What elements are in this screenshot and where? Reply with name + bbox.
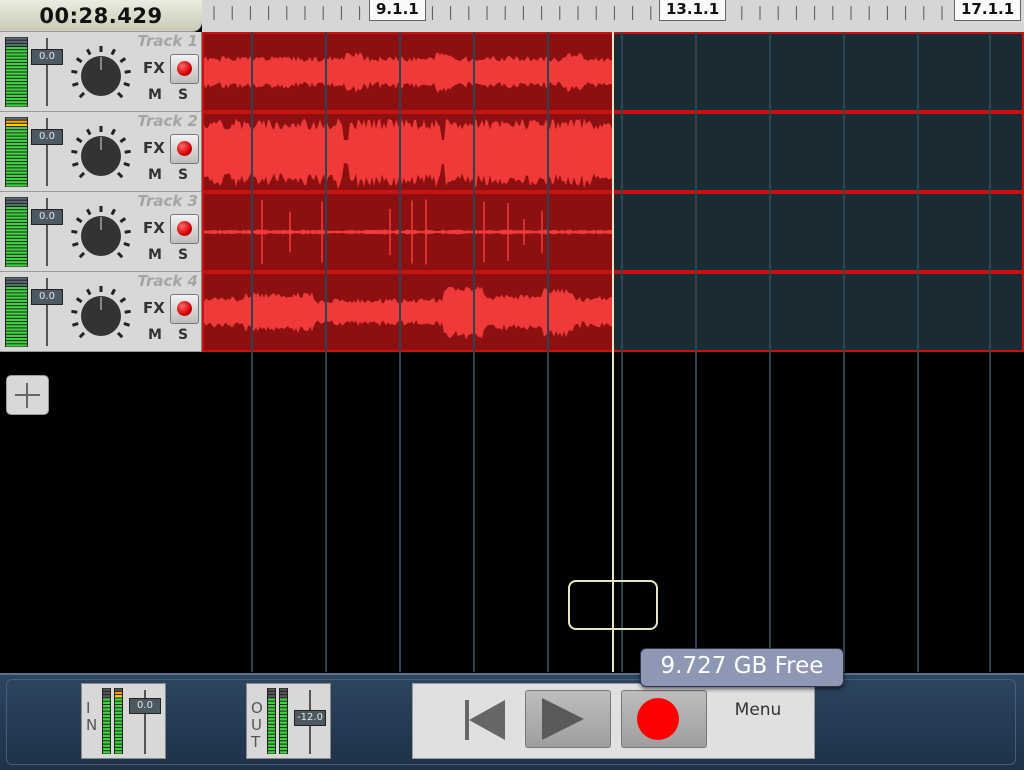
volume-value: 0.0 (31, 129, 63, 145)
pan-knob-icon[interactable] (67, 124, 135, 186)
volume-value: 0.0 (31, 289, 63, 305)
record-button[interactable] (621, 690, 707, 748)
input-value: 0.0 (129, 698, 161, 714)
audio-region[interactable] (204, 114, 613, 190)
input-label: I N (86, 699, 98, 734)
waveform (204, 118, 612, 190)
play-icon (542, 698, 584, 740)
record-arm-button[interactable] (170, 54, 199, 84)
solo-button[interactable]: S (178, 167, 188, 183)
input-meter-left (102, 688, 111, 754)
transport-controls: Menu (412, 683, 815, 759)
fx-button[interactable]: FX (143, 299, 165, 317)
track-level-meter (5, 197, 28, 267)
output-value: -12.0 (294, 710, 326, 726)
pan-knob-icon[interactable] (67, 284, 135, 346)
track-header-3[interactable]: 0.0 FX M S Track 3 (0, 192, 202, 272)
mute-button[interactable]: M (148, 247, 162, 263)
audio-region[interactable] (204, 34, 613, 110)
output-meter-left (267, 688, 276, 754)
add-track-button[interactable] (6, 375, 49, 415)
volume-value: 0.0 (31, 49, 63, 65)
track-level-meter (5, 117, 28, 187)
mute-button[interactable]: M (148, 327, 162, 343)
solo-button[interactable]: S (178, 247, 188, 263)
menu-button[interactable]: Menu (713, 700, 803, 720)
track-name: Track 1 (137, 32, 198, 50)
solo-button[interactable]: S (178, 327, 188, 343)
pan-knob-icon[interactable] (67, 204, 135, 266)
ruler-marker-13: 13.1.1 (659, 0, 727, 21)
playhead[interactable] (612, 32, 614, 672)
track-header-2[interactable]: 0.0 FX M S Track 2 (0, 112, 202, 192)
track-name: Track 3 (137, 192, 198, 210)
waveform (204, 52, 612, 93)
output-level-panel[interactable]: O U T -12.0 (246, 683, 331, 759)
track-header-1[interactable]: 0.0 FX M S Track 1 (0, 32, 202, 112)
skip-back-icon (465, 700, 505, 740)
timeline-ruler[interactable]: 9.1.1 13.1.1 17.1.1 (202, 0, 1024, 33)
mute-button[interactable]: M (148, 87, 162, 103)
track-level-meter (5, 37, 28, 107)
fx-button[interactable]: FX (143, 139, 165, 157)
ruler-marker-9: 9.1.1 (369, 0, 426, 21)
free-space-badge: 9.727 GB Free (640, 648, 844, 687)
track-name: Track 2 (137, 112, 198, 130)
output-label: O U T (251, 699, 263, 751)
track-header-4[interactable]: 0.0 FX M S Track 4 (0, 272, 202, 352)
input-meter-right (114, 688, 123, 754)
audio-region[interactable] (204, 274, 613, 350)
input-level-panel[interactable]: I N 0.0 (81, 683, 166, 759)
audio-region[interactable] (204, 194, 613, 270)
solo-button[interactable]: S (178, 87, 188, 103)
waveform (204, 197, 612, 267)
mute-button[interactable]: M (148, 167, 162, 183)
ruler-marker-17: 17.1.1 (954, 0, 1022, 21)
fx-button[interactable]: FX (143, 59, 165, 77)
track-name: Track 4 (137, 272, 198, 290)
track-level-meter (5, 277, 28, 347)
playhead-handle[interactable] (568, 580, 658, 630)
record-arm-button[interactable] (170, 294, 199, 324)
ruler-ticks (213, 6, 1016, 20)
pan-knob-icon[interactable] (67, 44, 135, 106)
volume-value: 0.0 (31, 209, 63, 225)
waveform (204, 286, 612, 340)
output-meter-right (279, 688, 288, 754)
time-display: 00:28.429 (0, 0, 202, 32)
fx-button[interactable]: FX (143, 219, 165, 237)
record-icon (637, 698, 679, 740)
play-button[interactable] (525, 690, 611, 748)
record-arm-button[interactable] (170, 214, 199, 244)
record-arm-button[interactable] (170, 134, 199, 164)
rewind-button[interactable] (435, 690, 505, 746)
